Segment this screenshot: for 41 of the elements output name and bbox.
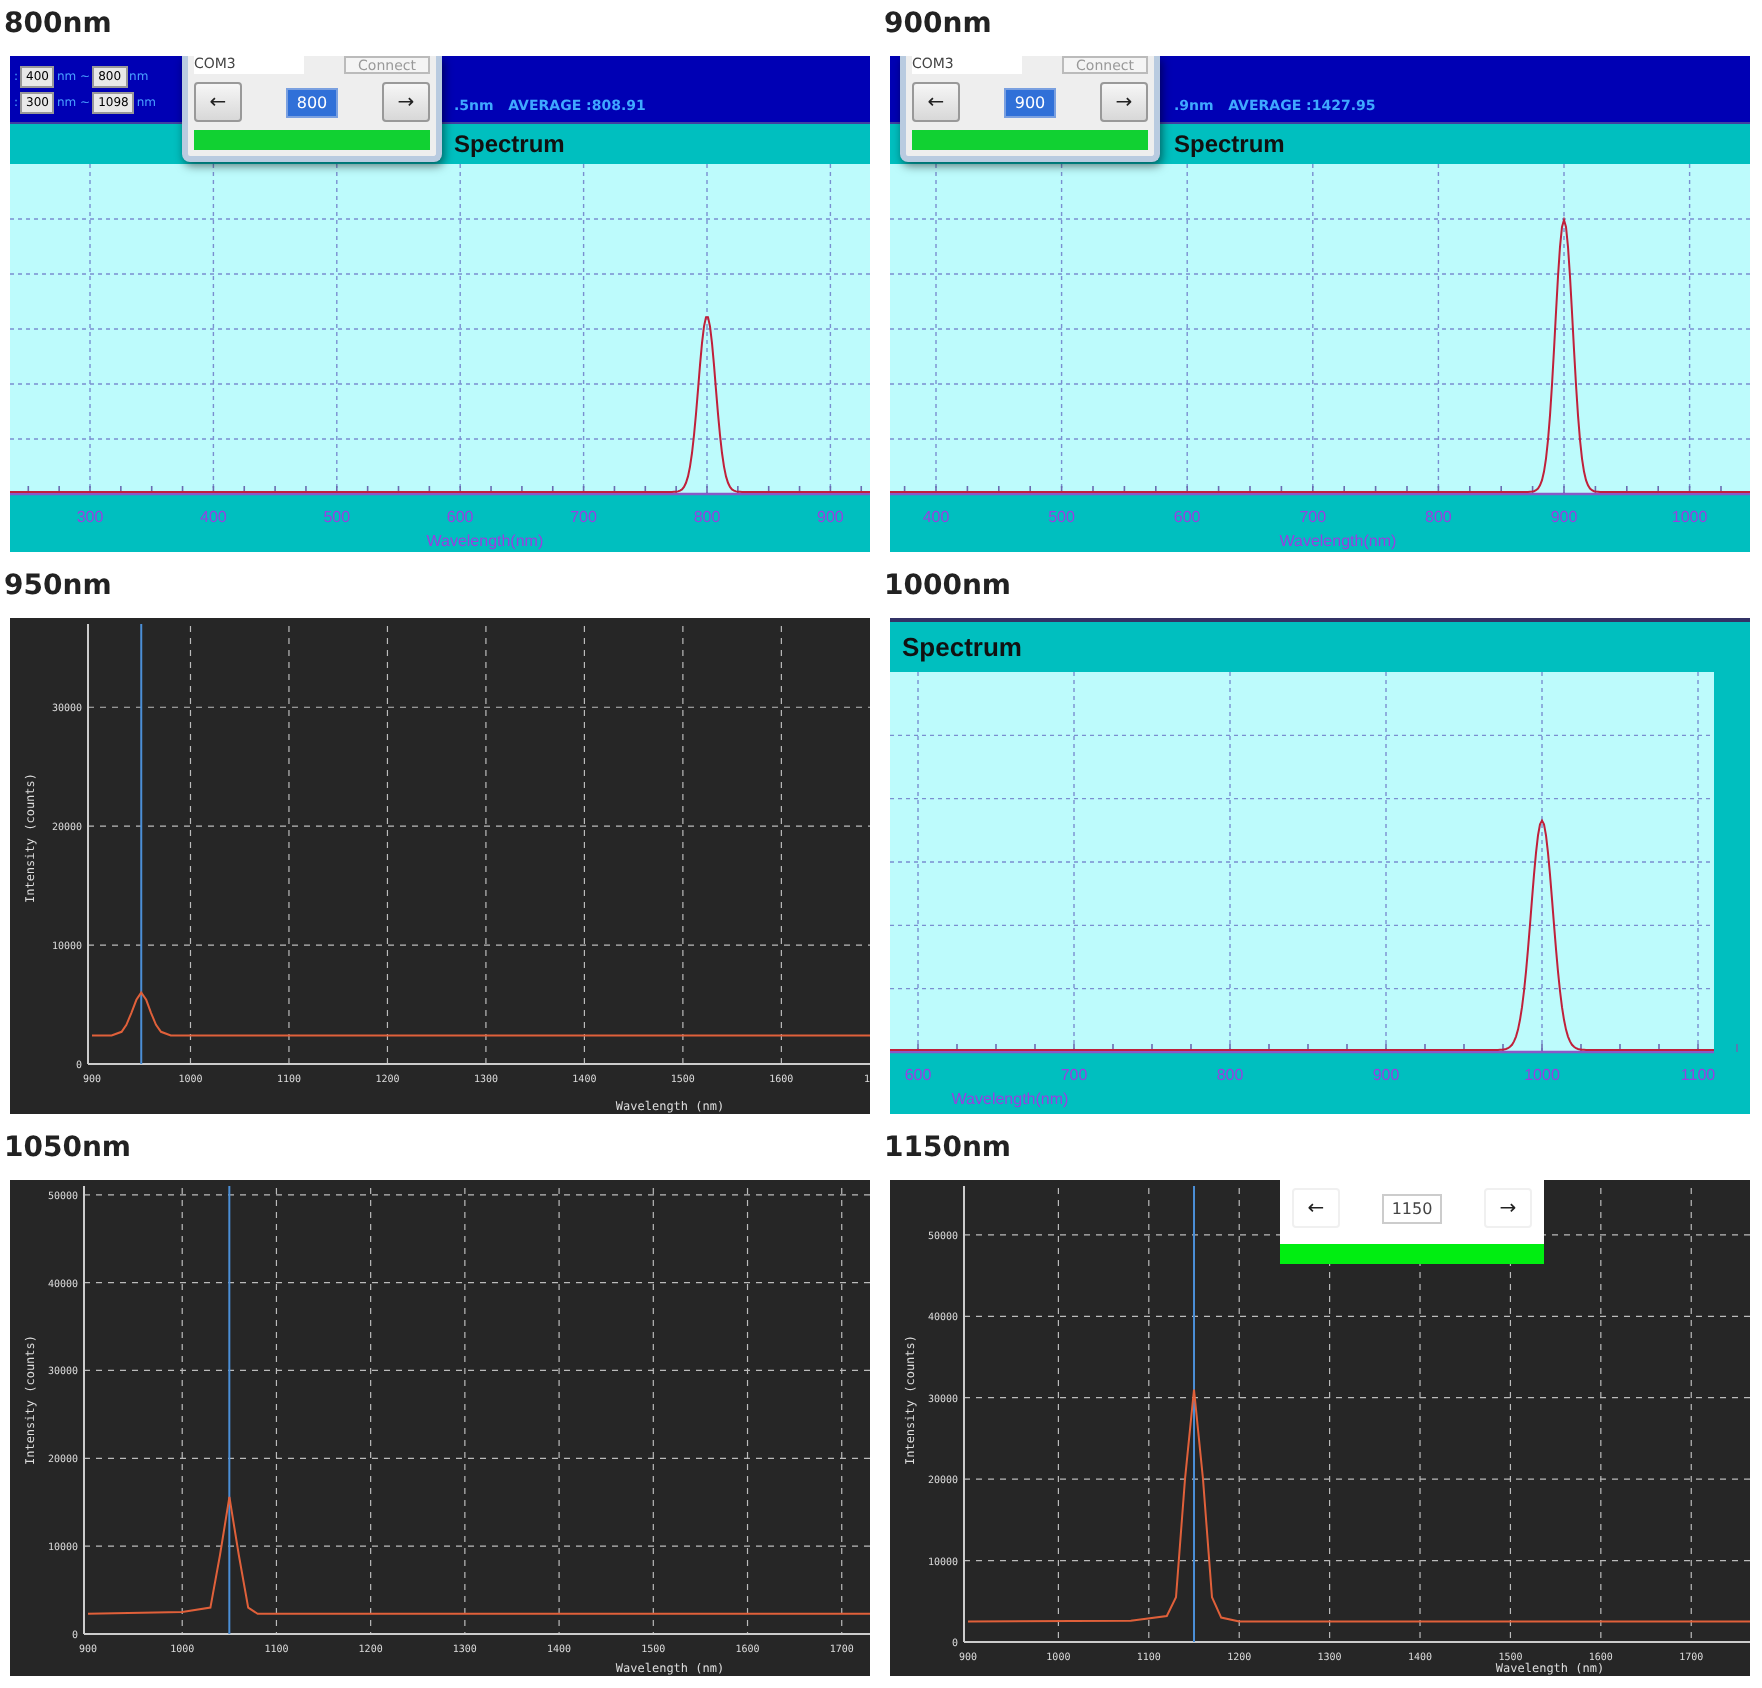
wavelength-field[interactable]: 900	[1004, 87, 1056, 117]
x-tick-label: 900	[1372, 1066, 1400, 1084]
x-axis-label: Wavelength(nm)	[951, 1090, 1069, 1108]
x-tick-label: 800	[1216, 1066, 1244, 1084]
x-tick-label: 500	[1048, 508, 1075, 526]
wavelength-field[interactable]: 800	[286, 87, 338, 117]
previous-button[interactable]: ←	[912, 82, 960, 122]
next-button[interactable]: →	[382, 82, 430, 122]
chart-title: Spectrum	[454, 130, 565, 158]
panel-caption: 1000nm	[884, 568, 1014, 606]
x-tick-label: 1000	[1524, 1066, 1560, 1084]
next-button[interactable]: →	[1100, 82, 1148, 122]
x-tick-label: 700	[1060, 1066, 1088, 1084]
x-tick-label: 300	[76, 508, 104, 526]
panel-caption: 900nm	[884, 6, 994, 44]
x-tick-label: 900	[817, 508, 844, 526]
next-button[interactable]: →	[1483, 1188, 1532, 1228]
x-tick-label: 800	[1425, 508, 1452, 526]
panel-caption: 950nm	[4, 568, 114, 606]
x-tick-label: 700	[1299, 508, 1327, 526]
x-tick-label: 1100	[1680, 1066, 1716, 1084]
panel-caption: 800nm	[4, 6, 114, 44]
x-tick-label: 500	[323, 508, 351, 526]
chart-title: Spectrum	[902, 632, 1022, 662]
previous-button[interactable]: ←	[194, 82, 242, 122]
previous-button[interactable]: ←	[1292, 1188, 1340, 1228]
x-tick-label: 700	[570, 508, 597, 526]
x-axis-label: Wavelength(nm)	[426, 532, 544, 550]
x-tick-label: 900	[1550, 508, 1578, 526]
chart-title: Spectrum	[1174, 130, 1285, 158]
x-tick-label: 800	[693, 508, 721, 526]
wavelength-field[interactable]: 1150	[1381, 1193, 1443, 1223]
panel-caption: 1050nm	[4, 1130, 134, 1168]
x-tick-label: 600	[1173, 508, 1201, 526]
x-tick-label: 600	[904, 1066, 932, 1084]
x-tick-label: 400	[922, 508, 950, 526]
x-tick-label: 1000	[1671, 508, 1708, 526]
x-axis-label: Wavelength(nm)	[1279, 532, 1397, 550]
x-tick-label: 400	[200, 508, 227, 526]
x-tick-label: 600	[446, 508, 474, 526]
panel-caption: 1150nm	[884, 1130, 1014, 1168]
